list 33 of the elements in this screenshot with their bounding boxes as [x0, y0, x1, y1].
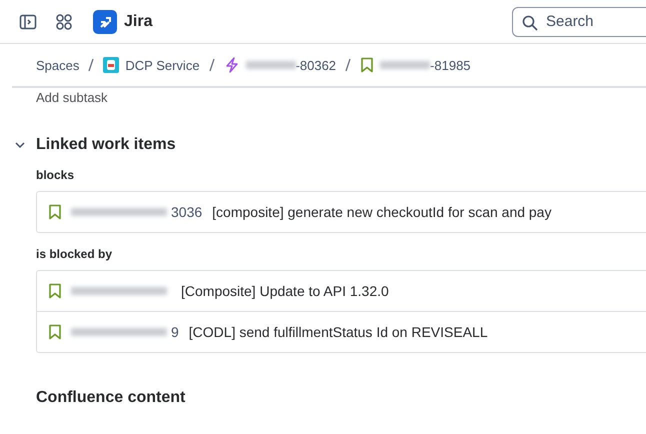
issue-key[interactable]: 3036 [171, 204, 202, 220]
breadcrumb-link[interactable]: -80362 [296, 58, 336, 72]
redacted-mark [246, 61, 296, 69]
issue-summary: [composite] generate new checkoutId for scan and pay [212, 204, 552, 220]
jira-logo-icon[interactable] [93, 10, 117, 34]
section-title: Linked work items [36, 136, 176, 154]
linked-item-row[interactable]: 3036 [composite] generate new checkoutId for scan and pay [37, 192, 646, 232]
bookmark-icon [48, 324, 62, 340]
breadcrumb-link[interactable]: Spaces [36, 58, 80, 72]
breadcrumb-link[interactable]: DCP Service [125, 58, 200, 72]
apps-icon[interactable] [55, 12, 73, 30]
slash-icon [208, 58, 216, 72]
slash-icon [87, 58, 96, 72]
bookmark-icon [48, 283, 62, 299]
issue-summary: [CODL] send fulfillmentStatus Id on REVISEALL [188, 324, 488, 340]
breadcrumb-link[interactable]: -81985 [430, 58, 471, 72]
issue-summary: [Composite] Update to API 1.32.0 [181, 283, 389, 299]
lightning-icon [224, 57, 240, 73]
bookmark-icon [360, 57, 374, 73]
product-name: Jira [124, 12, 152, 30]
search-field[interactable]: Search [512, 6, 646, 36]
issue-key[interactable]: 9 [171, 324, 179, 340]
add-subtask-link[interactable]: Add subtask [36, 90, 646, 106]
link-type-label: is blocked by [36, 247, 114, 261]
slash-icon [344, 58, 352, 72]
space-avatar-icon [103, 57, 120, 73]
link-type-label: blocks [36, 168, 76, 182]
sidebar-toggle-icon[interactable] [19, 12, 37, 30]
section-title: Confluence content [36, 389, 186, 407]
linked-item-row[interactable]: 9 [CODL] send fulfillmentStatus Id on REVISEALL [37, 311, 646, 352]
bookmark-icon [48, 204, 62, 220]
linked-item-row[interactable]: [Composite] Update to API 1.32.0 [37, 271, 646, 311]
redacted-mark [380, 61, 430, 69]
